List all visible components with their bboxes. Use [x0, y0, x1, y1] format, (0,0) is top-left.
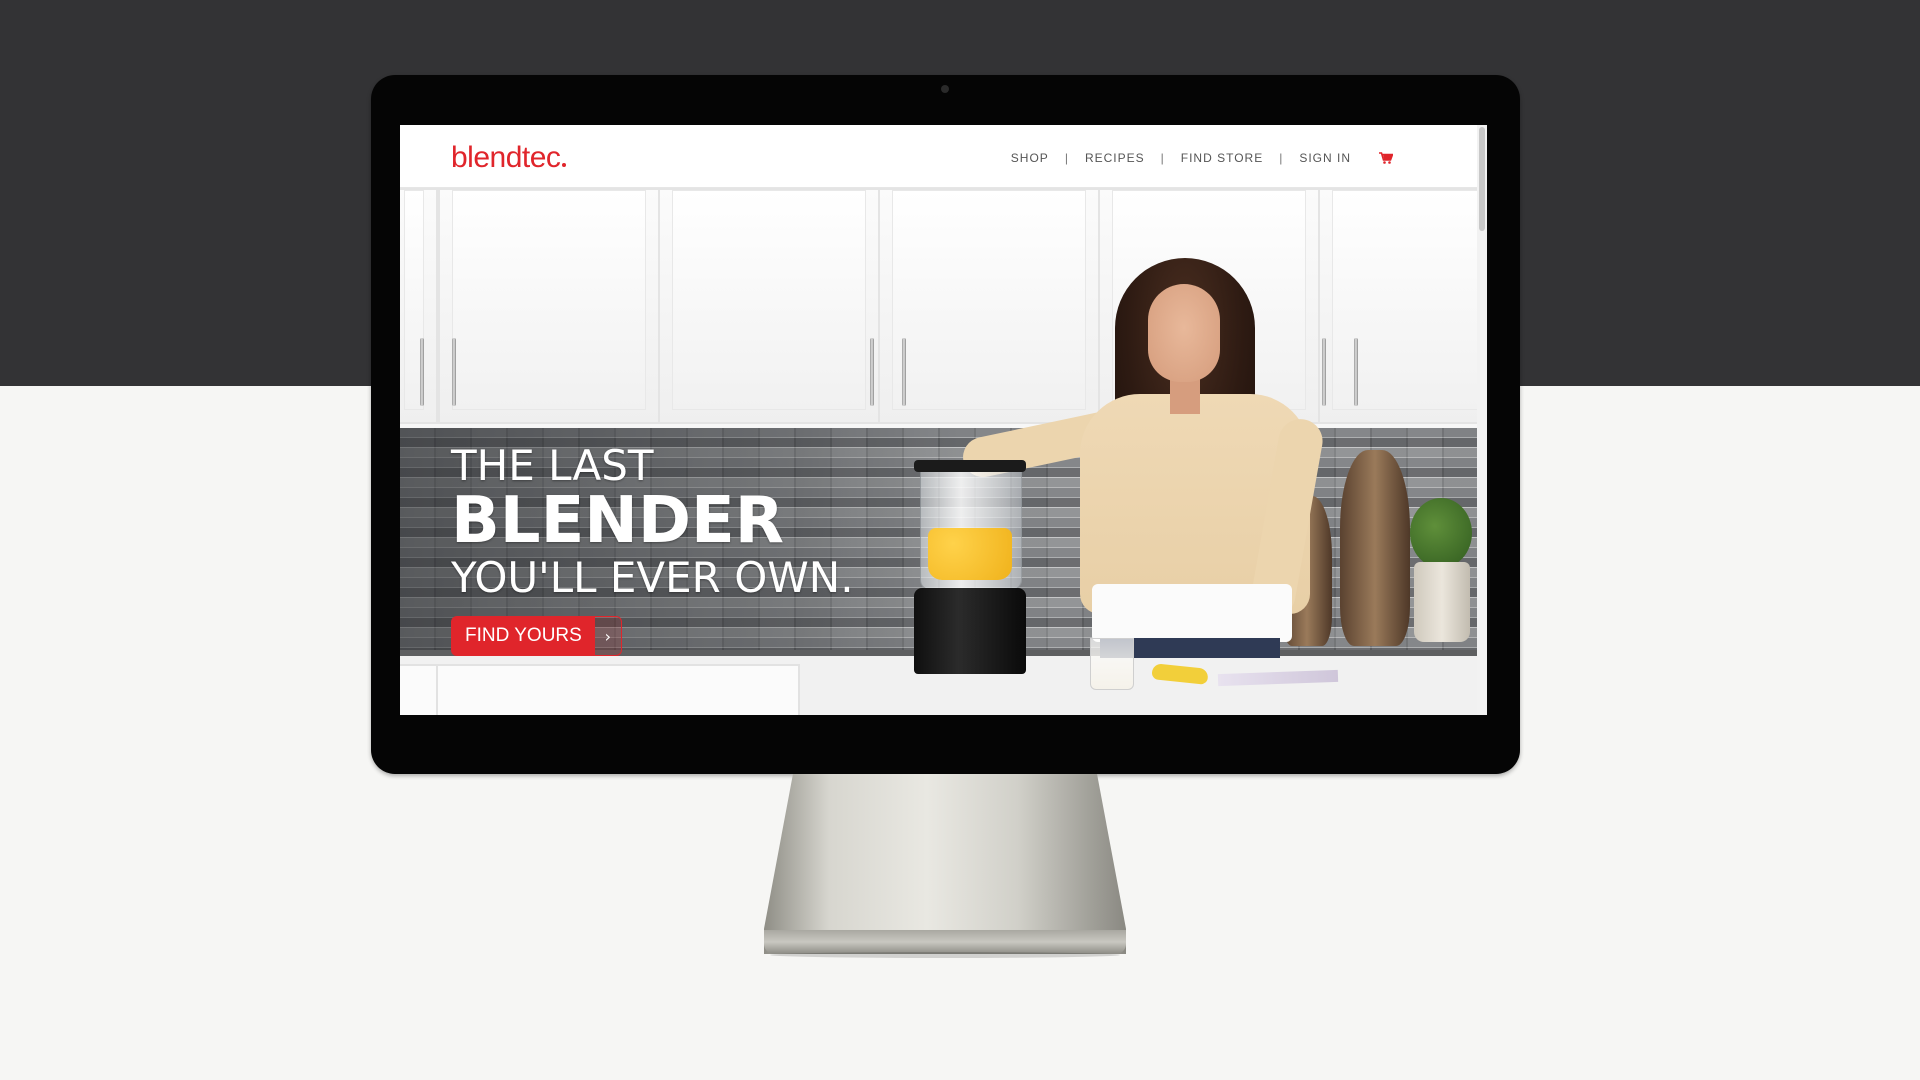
smoothie-glass	[1090, 638, 1134, 690]
cabinet-handle	[1354, 338, 1358, 406]
camera-icon	[941, 85, 949, 93]
nav-separator: |	[1160, 151, 1165, 165]
cabinet-door	[400, 188, 438, 424]
nav-separator: |	[1064, 151, 1069, 165]
lower-cabinet	[400, 664, 438, 715]
hero-headline: THE LAST BLENDER YOU'LL EVER OWN.	[451, 444, 854, 602]
logo-text: blendtec	[451, 141, 561, 174]
cabinet-handle	[902, 338, 906, 406]
mockup-stage: THE LAST BLENDER YOU'LL EVER OWN. FIND Y…	[0, 0, 1920, 1080]
page-scrollbar[interactable]	[1477, 125, 1487, 715]
nav-separator: |	[1279, 151, 1284, 165]
decor-plant	[1410, 498, 1472, 568]
nav-sign-in[interactable]: SIGN IN	[1299, 151, 1351, 165]
decor-plant-pot	[1414, 562, 1470, 642]
cabinet-door	[878, 188, 1100, 424]
monitor-stand-base	[764, 930, 1126, 954]
find-yours-button[interactable]: FIND YOURS ›	[451, 616, 622, 656]
nav-shop[interactable]: SHOP	[1011, 151, 1049, 165]
hero-cabinets	[400, 188, 1477, 428]
cabinet-door	[1318, 188, 1477, 424]
find-yours-label: FIND YOURS	[451, 616, 595, 656]
cabinet-handle	[1322, 338, 1326, 406]
monitor-screen: THE LAST BLENDER YOU'LL EVER OWN. FIND Y…	[400, 125, 1487, 715]
lower-cabinet	[436, 664, 800, 715]
blender-contents	[928, 528, 1012, 580]
blender-lid	[914, 460, 1026, 472]
site-header: blendtec SHOP | RECIPES | FIND STORE | S…	[400, 125, 1477, 188]
monitor-stand-shadow	[770, 952, 1120, 958]
main-nav: SHOP | RECIPES | FIND STORE | SIGN IN	[1011, 151, 1393, 165]
chevron-right-icon: ›	[594, 616, 622, 656]
cabinet-handle	[452, 338, 456, 406]
model-shirt	[1092, 584, 1292, 642]
cabinet-handle	[870, 338, 874, 406]
hero-headline-line1: THE LAST	[451, 441, 654, 490]
blender-base	[914, 588, 1026, 674]
hero-headline-line3: YOU'LL EVER OWN.	[451, 553, 854, 602]
logo-dot	[562, 163, 567, 167]
decor-urn	[1340, 450, 1410, 646]
model-face	[1148, 284, 1220, 382]
cabinet-door	[438, 188, 660, 424]
monitor-stand	[764, 774, 1126, 954]
monitor-frame: THE LAST BLENDER YOU'LL EVER OWN. FIND Y…	[371, 75, 1520, 774]
cabinet-door	[658, 188, 880, 424]
scrollbar-thumb[interactable]	[1479, 127, 1485, 231]
cabinet-handle	[420, 338, 424, 406]
hero-banner: THE LAST BLENDER YOU'LL EVER OWN. FIND Y…	[400, 188, 1477, 715]
blendtec-logo[interactable]: blendtec	[451, 141, 567, 175]
shopping-cart-icon[interactable]	[1379, 152, 1393, 164]
hero-headline-line2: BLENDER	[451, 484, 784, 558]
nav-find-store[interactable]: FIND STORE	[1181, 151, 1263, 165]
nav-recipes[interactable]: RECIPES	[1085, 151, 1145, 165]
